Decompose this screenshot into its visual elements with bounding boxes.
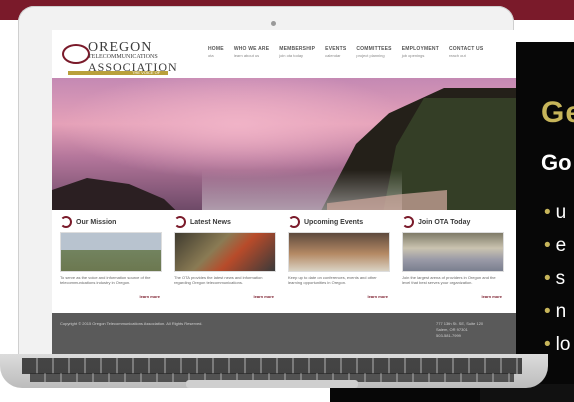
nav-label: HOME (208, 46, 224, 52)
nav-label: WHO WE ARE (233, 46, 270, 52)
bullet-icon: • (544, 301, 551, 322)
promo-title: Ge (541, 96, 574, 129)
footer-copyright: Copyright © 2015 Oregon Telecommunicatio… (60, 321, 203, 326)
promo-bullet: • e (544, 229, 570, 262)
feature-title: Join OTA Today (418, 218, 471, 226)
feature-column-events: Upcoming Events Keep up to date on confe… (288, 216, 390, 299)
section-swoosh-icon (402, 216, 414, 228)
promo-subtitle: Go (541, 150, 572, 175)
feature-columns: Our Mission To serve as the voice and in… (60, 216, 508, 306)
nav-sublabel: job openings (401, 53, 425, 58)
section-swoosh-icon (174, 216, 186, 228)
nav-label: EVENTS (325, 46, 347, 52)
promo-bullet-text: lo (555, 334, 571, 355)
promo-bullet-text: e (555, 235, 567, 256)
learn-more-link[interactable]: learn more (482, 294, 502, 299)
nav-item-employment[interactable]: EMPLOYMENT job openings (402, 46, 439, 58)
section-swoosh-icon (60, 216, 72, 228)
nav-sublabel: ota (208, 53, 214, 58)
bullet-icon: • (544, 268, 551, 289)
nav-item-events[interactable]: EVENTS calendar (325, 46, 346, 58)
footer-phone: 503-581-7999 (436, 333, 461, 338)
feature-image[interactable] (60, 232, 162, 272)
bullet-icon: • (544, 334, 551, 355)
nav-item-who-we-are[interactable]: WHO WE ARE learn about us (234, 46, 269, 58)
nav-item-home[interactable]: HOME ota (208, 46, 224, 58)
nav-label: CONTACT US (449, 46, 484, 52)
promo-bullet-text: u (555, 202, 567, 223)
nav-sublabel: join ota today (279, 53, 304, 58)
nav-label: MEMBERSHIP (279, 46, 316, 52)
feature-title: Our Mission (76, 218, 117, 226)
feature-image[interactable] (288, 232, 390, 272)
feature-header: Join OTA Today (402, 216, 504, 228)
promo-bullet: • n (544, 295, 570, 328)
nav-item-contact-us[interactable]: CONTACT US reach out (449, 46, 483, 58)
site-header: OREGON TELECOMMUNICATIONS ASSOCIATION TH… (52, 30, 516, 75)
feature-image[interactable] (402, 232, 504, 272)
learn-more-link[interactable]: learn more (140, 294, 160, 299)
promo-bullet: • s (544, 262, 570, 295)
feature-header: Our Mission (60, 216, 162, 228)
laptop-screen: OREGON TELECOMMUNICATIONS ASSOCIATION TH… (52, 30, 516, 354)
nav-sublabel: reach out (449, 53, 466, 58)
feature-title: Latest News (190, 218, 231, 226)
feature-text: The OTA provides the latest news and inf… (174, 275, 263, 285)
nav-label: COMMITTEES (356, 46, 392, 52)
promo-bullet-list: • u • e • s • n • lo (544, 196, 570, 361)
nav-sublabel: project planning (356, 53, 385, 58)
promo-bullet-text: n (555, 301, 567, 322)
logo-ribbon-text: THE VOICE OF (132, 70, 161, 75)
main-navigation: HOME ota WHO WE ARE learn about us MEMBE… (208, 46, 483, 58)
feature-column-mission: Our Mission To serve as the voice and in… (60, 216, 162, 299)
nav-sublabel: calendar (325, 53, 341, 58)
learn-more-link[interactable]: learn more (368, 294, 388, 299)
promo-bullet: • u (544, 196, 570, 229)
hero-banner-image (52, 78, 516, 210)
logo-swoosh-icon (62, 44, 90, 64)
hero-foreground-rock (52, 178, 192, 210)
feature-column-join: Join OTA Today Join the largest arena of… (402, 216, 504, 299)
section-swoosh-icon (288, 216, 300, 228)
feature-image[interactable] (174, 232, 276, 272)
promo-bullet-text: s (555, 268, 566, 289)
webcam-icon (271, 21, 276, 26)
nav-sublabel: learn about us (233, 53, 260, 58)
footer-address: 777 13th St. SE, Suite 120 Salem, OR 973… (436, 321, 483, 339)
bullet-icon: • (544, 202, 551, 223)
feature-text: Join the largest arena of providers in O… (402, 275, 496, 285)
feature-text: Keep up to date on conferences, events a… (288, 275, 377, 285)
nav-item-membership[interactable]: MEMBERSHIP join ota today (279, 46, 315, 58)
trackpad (186, 380, 358, 388)
nav-label: EMPLOYMENT (401, 46, 439, 52)
feature-title: Upcoming Events (304, 218, 364, 226)
feature-text: To serve as the voice and information so… (60, 275, 151, 285)
learn-more-link[interactable]: learn more (254, 294, 274, 299)
feature-column-news: Latest News The OTA provides the latest … (174, 216, 276, 299)
feature-header: Upcoming Events (288, 216, 390, 228)
keyboard (22, 358, 522, 374)
laptop-lid: OREGON TELECOMMUNICATIONS ASSOCIATION TH… (18, 6, 516, 356)
bullet-icon: • (544, 235, 551, 256)
feature-header: Latest News (174, 216, 276, 228)
nav-item-committees[interactable]: COMMITTEES project planning (356, 46, 391, 58)
site-footer: Copyright © 2015 Oregon Telecommunicatio… (52, 313, 516, 354)
site-logo[interactable]: OREGON TELECOMMUNICATIONS ASSOCIATION TH… (62, 38, 177, 75)
